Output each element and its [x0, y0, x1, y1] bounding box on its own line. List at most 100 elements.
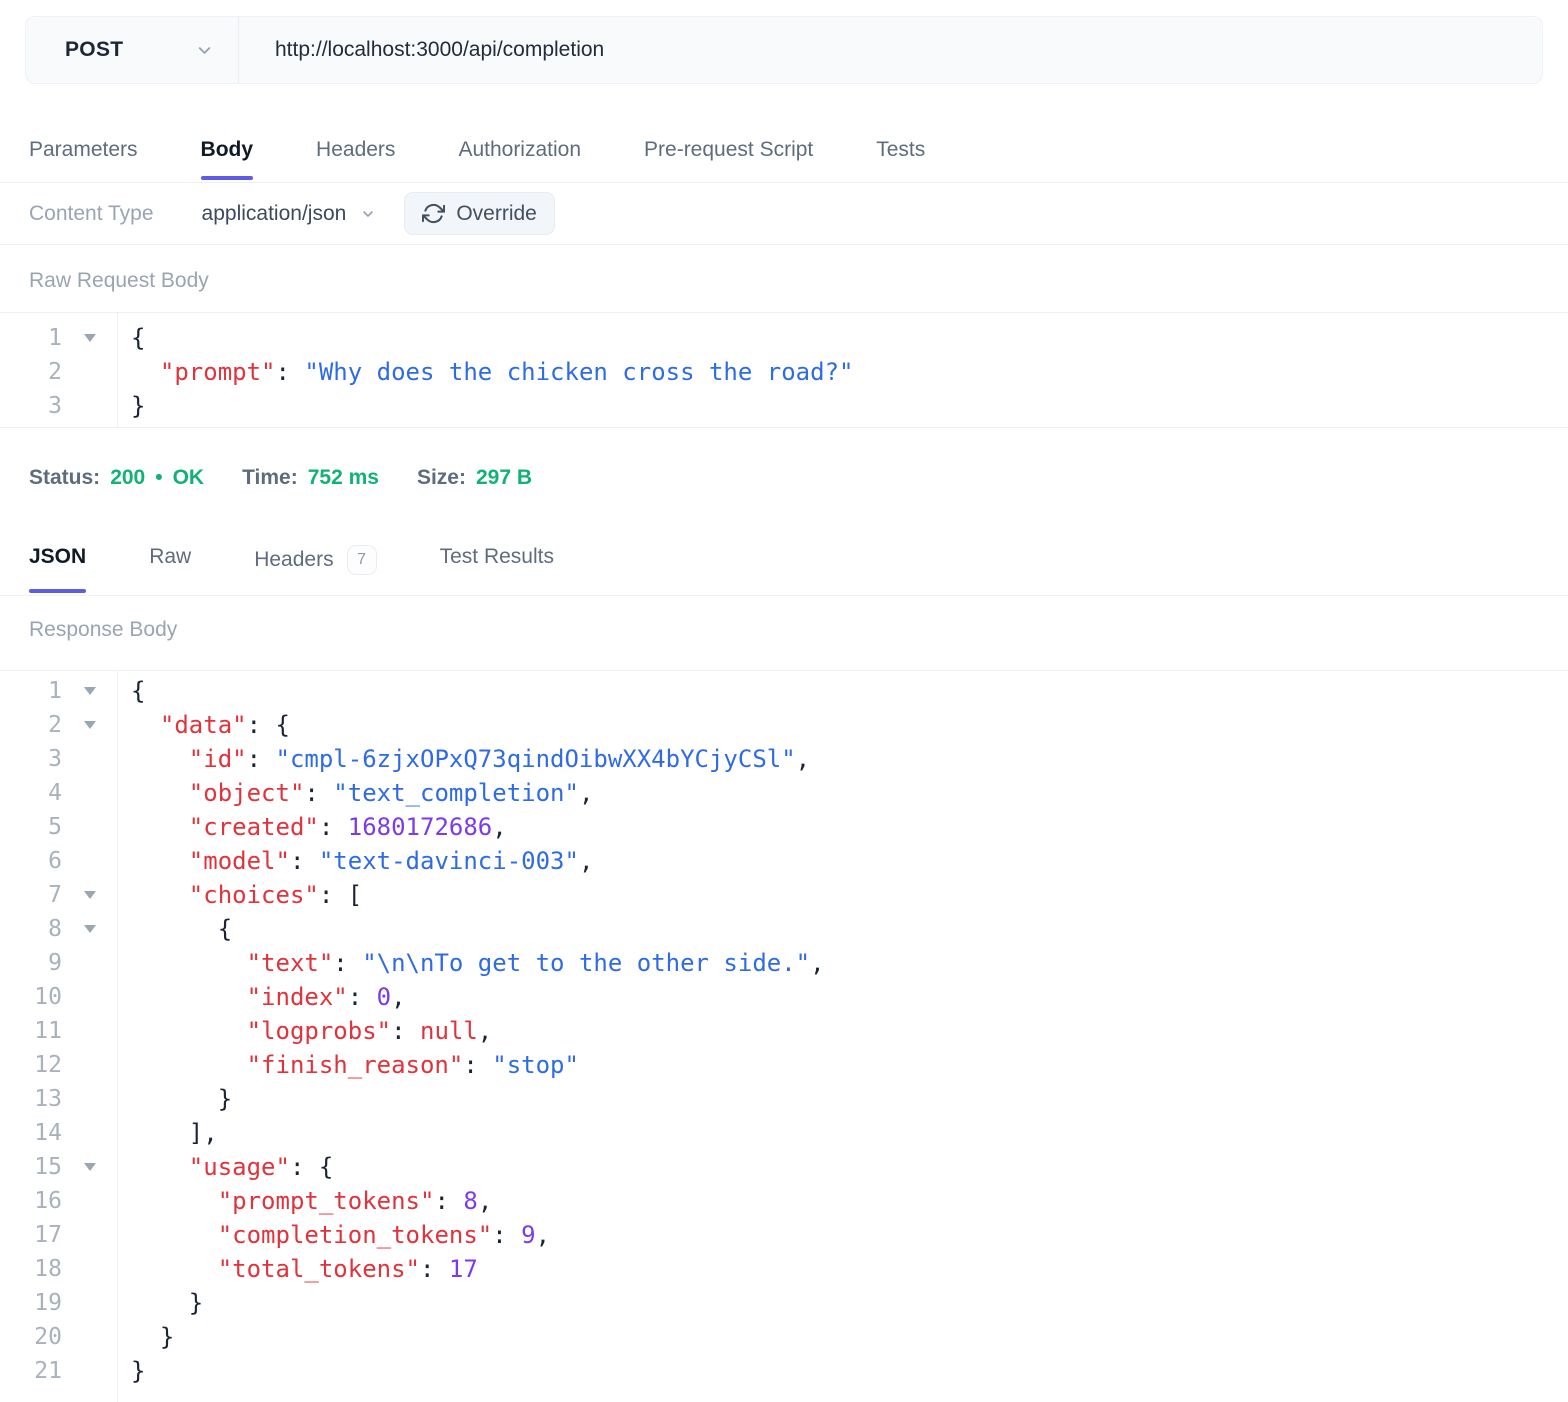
time-value: 752 ms — [307, 466, 379, 489]
line-number: 10 — [34, 984, 62, 1010]
tab-pre-request-script[interactable]: Pre-request Script — [644, 84, 813, 182]
code-line: 12 "finish_reason": "stop" — [0, 1048, 1568, 1082]
code-line: 18 "total_tokens": 17 — [0, 1252, 1568, 1286]
line-number: 1 — [48, 678, 62, 704]
code-line: 2 "prompt": "Why does the chicken cross … — [0, 355, 1568, 389]
fold-arrow-icon[interactable] — [83, 891, 96, 899]
content-type-select[interactable]: application/json — [202, 202, 377, 226]
tab-json[interactable]: JSON — [29, 490, 87, 595]
override-label: Override — [456, 201, 537, 225]
code-line: 13 } — [0, 1082, 1568, 1116]
fold-arrow-icon[interactable] — [83, 687, 96, 695]
line-number: 11 — [34, 1018, 62, 1044]
tab-headers[interactable]: Headers — [316, 84, 395, 182]
code-line: 1{ — [0, 321, 1568, 355]
line-number: 13 — [34, 1086, 62, 1112]
line-number: 12 — [34, 1052, 62, 1078]
fold-slot — [62, 334, 117, 342]
code-line: 19 } — [0, 1286, 1568, 1320]
code-line: 11 "logprobs": null, — [0, 1014, 1568, 1048]
chevron-down-icon — [363, 210, 374, 217]
line-number: 7 — [48, 882, 62, 908]
code-text: "data": { — [159, 711, 290, 739]
time-label: Time: — [242, 466, 298, 489]
code-text: { — [131, 324, 146, 352]
line-number: 16 — [34, 1188, 62, 1214]
url-input[interactable]: http://localhost:3000/api/completion — [239, 38, 1542, 62]
code-text: "id": "cmpl-6zjxOPxQ73qindOibwXX4bYCjyCS… — [188, 745, 811, 773]
code-text: } — [131, 1085, 233, 1113]
status-group: Status: 200 • OK — [29, 466, 204, 490]
tab-test-results[interactable]: Test Results — [440, 490, 554, 595]
code-line: 16 "prompt_tokens": 8, — [0, 1184, 1568, 1218]
code-text: "completion_tokens": 9, — [217, 1221, 551, 1249]
headers-count-badge: 7 — [346, 545, 377, 575]
fold-slot — [62, 1163, 117, 1171]
line-number: 3 — [48, 393, 62, 419]
line-number: 4 — [48, 780, 62, 806]
line-number: 3 — [48, 746, 62, 772]
fold-arrow-icon[interactable] — [83, 1163, 96, 1171]
code-text: "model": "text-davinci-003", — [188, 847, 594, 875]
line-number: 14 — [34, 1120, 62, 1146]
code-line: 14 ], — [0, 1116, 1568, 1150]
code-line: 1{ — [0, 674, 1568, 708]
status-label: Status: — [29, 466, 101, 489]
size-group: Size: 297 B — [417, 466, 532, 490]
line-number: 15 — [34, 1154, 62, 1180]
code-text: } — [131, 1323, 175, 1351]
code-text: } — [131, 392, 146, 420]
code-text: "usage": { — [188, 1153, 334, 1181]
code-text: "finish_reason": "stop" — [246, 1051, 579, 1079]
tab-raw[interactable]: Raw — [149, 490, 191, 595]
request-body-editor[interactable]: 1{2 "prompt": "Why does the chicken cros… — [0, 312, 1568, 428]
code-text: "choices": [ — [188, 881, 363, 909]
code-line: 6 "model": "text-davinci-003", — [0, 844, 1568, 878]
code-line: 15 "usage": { — [0, 1150, 1568, 1184]
tab-response-headers[interactable]: Headers 7 — [254, 490, 377, 595]
response-body-section-label: Response Body — [29, 618, 178, 641]
time-group: Time: 752 ms — [242, 466, 379, 490]
code-line: 20 } — [0, 1320, 1568, 1354]
response-status-row: Status: 200 • OK Time: 752 ms Size: 297 … — [0, 428, 1568, 490]
refresh-icon — [422, 203, 446, 224]
size-value: 297 B — [475, 466, 533, 489]
request-url-bar: POST http://localhost:3000/api/completio… — [25, 16, 1543, 84]
fold-slot — [62, 721, 117, 729]
code-line: 3} — [0, 389, 1568, 423]
code-line: 4 "object": "text_completion", — [0, 776, 1568, 810]
code-text: "prompt": "Why does the chicken cross th… — [159, 358, 854, 386]
fold-arrow-icon[interactable] — [83, 925, 96, 933]
tab-authorization[interactable]: Authorization — [458, 84, 581, 182]
fold-arrow-icon[interactable] — [83, 334, 96, 342]
tab-parameters[interactable]: Parameters — [29, 84, 138, 182]
code-line: 17 "completion_tokens": 9, — [0, 1218, 1568, 1252]
method-select[interactable]: POST — [26, 17, 238, 83]
line-number: 1 — [48, 325, 62, 351]
fold-slot — [62, 687, 117, 695]
line-number: 21 — [34, 1358, 62, 1384]
response-body-editor[interactable]: 1{2 "data": {3 "id": "cmpl-6zjxOPxQ73qin… — [0, 670, 1568, 1402]
content-type-value: application/json — [201, 201, 347, 225]
line-number: 19 — [34, 1290, 62, 1316]
method-label: POST — [65, 38, 124, 61]
code-text: "prompt_tokens": 8, — [217, 1187, 493, 1215]
request-body-section-label: Raw Request Body — [29, 269, 209, 292]
line-number: 17 — [34, 1222, 62, 1248]
status-dot: • — [155, 466, 163, 489]
fold-arrow-icon[interactable] — [83, 721, 96, 729]
status-code: 200 — [110, 466, 146, 489]
tab-body[interactable]: Body — [200, 84, 253, 182]
tab-tests[interactable]: Tests — [876, 84, 925, 182]
code-text: } — [131, 1289, 204, 1317]
code-text: "created": 1680172686, — [188, 813, 507, 841]
override-button[interactable]: Override — [404, 192, 555, 235]
line-number: 2 — [48, 712, 62, 738]
code-text: ], — [131, 1119, 218, 1147]
code-text: "total_tokens": 17 — [217, 1255, 478, 1283]
code-line: 5 "created": 1680172686, — [0, 810, 1568, 844]
request-tabs: Parameters Body Headers Authorization Pr… — [0, 84, 1568, 183]
code-text: { — [131, 915, 233, 943]
fold-slot — [62, 891, 117, 899]
code-text: "object": "text_completion", — [188, 779, 594, 807]
